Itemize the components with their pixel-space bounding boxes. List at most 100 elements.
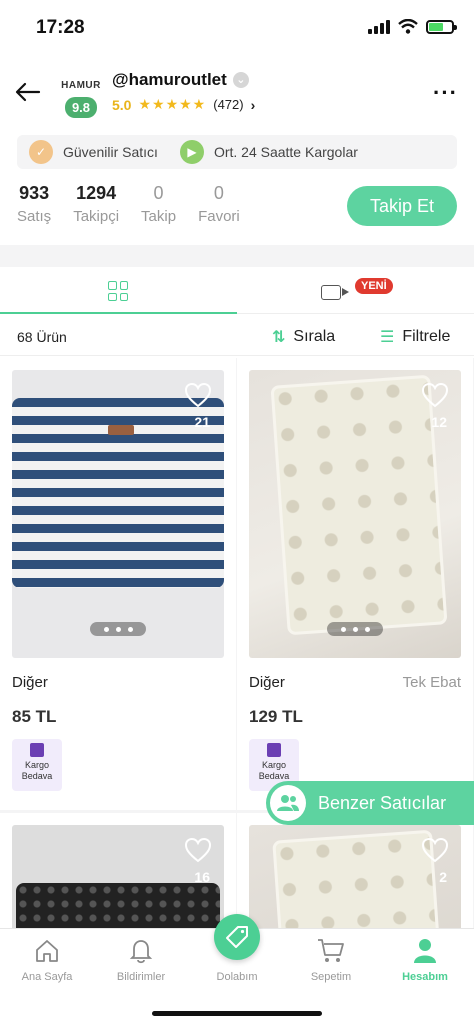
image-pager-dots[interactable] bbox=[90, 622, 146, 636]
store-handle-text: @hamuroutlet bbox=[112, 70, 227, 89]
home-icon bbox=[0, 937, 94, 965]
nav-cart[interactable]: Sepetim bbox=[284, 937, 378, 983]
new-badge: YENİ bbox=[355, 278, 393, 294]
content-tabs: YENİ bbox=[0, 268, 474, 314]
video-camera-icon bbox=[321, 285, 349, 300]
store-logo[interactable]: HAMUR 9.8 bbox=[58, 80, 104, 118]
favorite-count: 16 bbox=[194, 869, 210, 885]
signal-icon bbox=[368, 19, 390, 34]
free-shipping-badge: Kargo Bedava bbox=[12, 739, 62, 791]
stat-label: Satış bbox=[17, 208, 52, 225]
star-icons: ★★★★★ bbox=[138, 96, 207, 112]
stat-label: Favori bbox=[198, 208, 240, 225]
hanger-tag-icon bbox=[226, 926, 248, 948]
stat-followers[interactable]: 1294 Takipçi bbox=[73, 183, 119, 225]
nav-notifications[interactable]: Bildirimler bbox=[94, 937, 188, 983]
section-divider bbox=[0, 245, 474, 267]
stat-label: Takipçi bbox=[73, 208, 120, 225]
stat-following[interactable]: 0 Takip bbox=[141, 183, 176, 225]
status-icons bbox=[368, 19, 457, 34]
stat-label: Takip bbox=[141, 208, 177, 225]
product-toolbar: 68 Ürün ⇅ Sırala ☰ Filtrele bbox=[0, 318, 474, 356]
store-logo-text: HAMUR bbox=[61, 80, 101, 91]
grid-icon bbox=[108, 281, 128, 301]
nav-wardrobe[interactable]: Dolabım bbox=[190, 965, 284, 983]
tab-products-grid[interactable] bbox=[0, 268, 237, 314]
box-icon bbox=[267, 743, 281, 757]
dark-laptop-sleeve bbox=[16, 883, 220, 928]
badge-fast-shipping[interactable]: ▶ Ort. 24 Saatte Kargolar bbox=[158, 140, 358, 164]
store-header: HAMUR 9.8 @hamuroutlet ⌄ 5.0 ★★★★★ (472)… bbox=[0, 60, 474, 128]
favorite-count: 2 bbox=[439, 869, 447, 885]
filter-label: Filtrele bbox=[402, 328, 451, 345]
product-card[interactable]: 12 Diğer Tek Ebat 129 TL Kargo Bedava bbox=[237, 358, 473, 810]
badge-label: Ort. 24 Saatte Kargolar bbox=[213, 144, 358, 160]
image-pager-dots[interactable] bbox=[327, 622, 383, 636]
follow-button[interactable]: Takip Et bbox=[347, 186, 457, 226]
status-time: 17:28 bbox=[36, 17, 85, 38]
chevron-right-icon: › bbox=[250, 96, 256, 113]
store-stats: 933 Satış 1294 Takipçi 0 Takip 0 Favori bbox=[17, 183, 240, 225]
battery-icon bbox=[426, 19, 457, 34]
more-options-icon[interactable]: ··· bbox=[433, 80, 458, 106]
cart-icon bbox=[284, 937, 378, 965]
favorite-count: 12 bbox=[431, 414, 447, 430]
product-image[interactable]: 21 bbox=[12, 370, 224, 658]
similar-sellers-label: Benzer Satıcılar bbox=[318, 792, 447, 813]
truck-icon: ▶ bbox=[179, 140, 204, 164]
product-card[interactable]: 16 bbox=[0, 813, 236, 928]
brand-tag bbox=[108, 425, 134, 435]
product-image[interactable]: 12 bbox=[249, 370, 461, 658]
stat-value: 0 bbox=[153, 183, 164, 203]
similar-sellers-button[interactable]: Benzer Satıcılar bbox=[266, 781, 474, 825]
filter-button[interactable]: ☰ Filtrele bbox=[380, 327, 450, 347]
bell-icon bbox=[94, 937, 188, 965]
tab-videos[interactable]: YENİ bbox=[237, 268, 474, 314]
nav-label: Ana Sayfa bbox=[21, 971, 73, 983]
store-rating[interactable]: 5.0 ★★★★★ (472) › bbox=[112, 96, 255, 113]
nav-label: Bildirimler bbox=[116, 971, 166, 983]
back-arrow-icon[interactable] bbox=[14, 78, 42, 106]
baby-blanket bbox=[272, 829, 446, 928]
filter-sliders-icon: ☰ bbox=[380, 329, 395, 346]
wardrobe-fab[interactable] bbox=[214, 914, 260, 960]
chevron-down-icon[interactable]: ⌄ bbox=[232, 72, 249, 88]
product-image[interactable]: 16 bbox=[12, 825, 224, 928]
product-price: 85 TL bbox=[12, 707, 57, 726]
user-icon bbox=[378, 937, 472, 965]
favorite-count: 21 bbox=[194, 414, 210, 430]
product-grid: 21 Diğer 85 TL Kargo Bedava 12 Diğer Tek… bbox=[0, 358, 474, 928]
sort-icon: ⇅ bbox=[272, 329, 286, 346]
nav-account[interactable]: Hesabım bbox=[378, 937, 472, 983]
sort-button[interactable]: ⇅ Sırala bbox=[272, 327, 335, 347]
nav-label: Dolabım bbox=[216, 971, 258, 983]
nav-label: Sepetim bbox=[310, 971, 352, 983]
badge-label: Güvenilir Satıcı bbox=[63, 144, 158, 160]
rating-value: 5.0 bbox=[112, 96, 132, 113]
heart-icon[interactable] bbox=[184, 382, 212, 408]
product-card[interactable]: 2 bbox=[237, 813, 473, 928]
stat-favorites[interactable]: 0 Favori bbox=[198, 183, 240, 225]
heart-icon[interactable] bbox=[184, 837, 212, 863]
nav-home[interactable]: Ana Sayfa bbox=[0, 937, 94, 983]
nav-label: Hesabım bbox=[402, 971, 448, 983]
free-shipping-label: Kargo Bedava bbox=[21, 760, 53, 781]
stat-value: 0 bbox=[213, 183, 224, 203]
stat-sales: 933 Satış bbox=[17, 183, 51, 225]
heart-icon[interactable] bbox=[421, 837, 449, 863]
badge-trusted-seller[interactable]: ✓ Güvenilir Satıcı bbox=[17, 140, 158, 164]
product-category: Diğer bbox=[12, 674, 48, 691]
stat-value: 1294 bbox=[76, 183, 117, 203]
product-category: Diğer bbox=[249, 674, 285, 691]
store-handle[interactable]: @hamuroutlet ⌄ bbox=[112, 70, 249, 90]
product-image[interactable]: 2 bbox=[249, 825, 461, 928]
users-icon bbox=[270, 785, 306, 821]
heart-icon[interactable] bbox=[421, 382, 449, 408]
review-count: (472) bbox=[213, 97, 244, 112]
sort-label: Sırala bbox=[293, 328, 336, 345]
shield-check-icon: ✓ bbox=[29, 140, 53, 164]
product-count: 68 Ürün bbox=[17, 329, 67, 345]
status-bar: 17:28 bbox=[0, 0, 474, 56]
seller-badges: ✓ Güvenilir Satıcı ▶ Ort. 24 Saatte Karg… bbox=[17, 135, 457, 169]
product-card[interactable]: 21 Diğer 85 TL Kargo Bedava bbox=[0, 358, 236, 810]
